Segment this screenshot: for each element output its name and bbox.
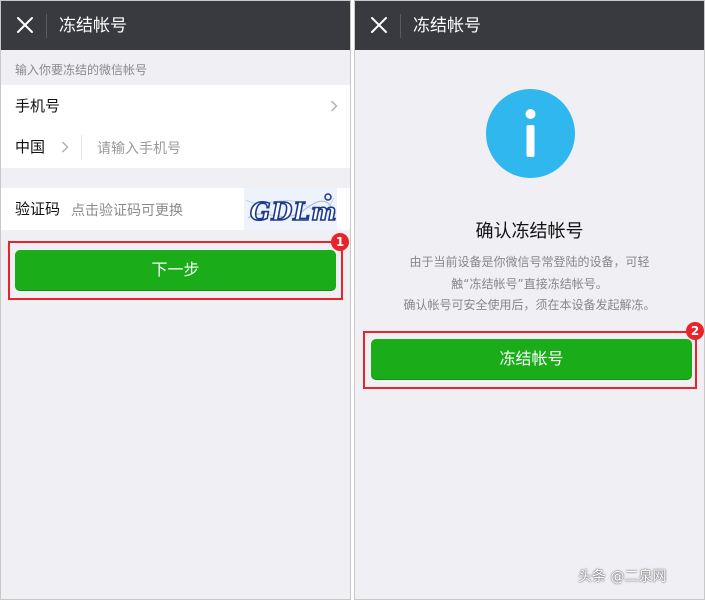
title-bar: 冻结帐号 xyxy=(355,1,704,50)
phone-account-row[interactable]: 手机号 xyxy=(1,85,350,128)
form-hint: 输入你要冻结的微信帐号 xyxy=(15,63,148,77)
captcha-image[interactable]: GDLm xyxy=(244,188,337,230)
field-divider xyxy=(81,135,82,160)
page-title: 冻结帐号 xyxy=(59,16,127,36)
title-divider xyxy=(400,14,401,38)
phone-input-row: 中国 xyxy=(1,127,350,168)
chevron-right-icon xyxy=(330,100,338,112)
close-button[interactable] xyxy=(361,7,397,43)
close-icon xyxy=(371,17,387,33)
title-divider xyxy=(46,14,47,38)
freeze-account-confirm-screen: 冻结帐号 确认冻结帐号 由于当前设备是你微信号常登陆的设备，可轻 触“冻结帐号”… xyxy=(354,0,705,600)
phone-row-label: 手机号 xyxy=(15,97,61,115)
description-line-2: 触“冻结帐号”直接冻结帐号。 xyxy=(451,277,608,291)
title-bar: 冻结帐号 xyxy=(1,1,350,50)
phone-number-input[interactable] xyxy=(95,135,339,162)
captcha-label: 验证码 xyxy=(15,200,61,218)
step-badge: 2 xyxy=(686,322,704,340)
description-line-1: 由于当前设备是你微信号常登陆的设备，可轻 xyxy=(409,255,650,269)
freeze-account-button[interactable]: 冻结帐号 xyxy=(371,339,692,379)
description-line-3: 确认帐号可安全使用后，须在本设备发起解冻。 xyxy=(403,298,656,312)
next-step-button[interactable]: 下一步 xyxy=(15,250,336,290)
captcha-row: 验证码 GDLm xyxy=(1,188,350,230)
chevron-right-icon xyxy=(61,141,69,153)
close-button[interactable] xyxy=(7,7,43,43)
close-icon xyxy=(17,17,33,33)
watermark-text: 头条 @二泉网 xyxy=(578,569,667,585)
freeze-account-form-screen: 冻结帐号 输入你要冻结的微信帐号 手机号 中国 验证码 GDLm 1 下一步 xyxy=(0,0,351,600)
confirm-heading: 确认冻结帐号 xyxy=(475,221,584,242)
captcha-input[interactable] xyxy=(69,197,243,224)
info-icon xyxy=(486,89,575,178)
page-title: 冻结帐号 xyxy=(413,16,481,36)
country-code-select[interactable]: 中国 xyxy=(1,127,79,168)
country-label: 中国 xyxy=(15,138,46,156)
step-badge: 1 xyxy=(331,233,349,251)
captcha-text: GDLm xyxy=(250,197,337,226)
